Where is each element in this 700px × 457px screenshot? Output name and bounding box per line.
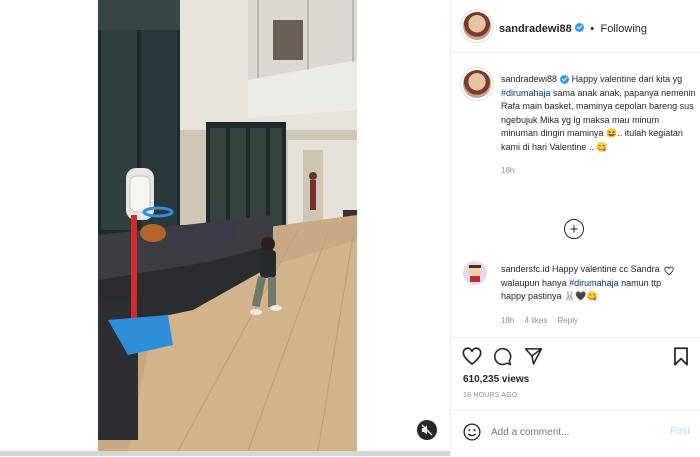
video-frame — [98, 0, 357, 451]
caption-username[interactable]: sandradewi88 — [501, 74, 557, 84]
comment-input[interactable] — [491, 424, 651, 440]
comment-reply-button[interactable]: Reply — [558, 316, 578, 325]
heart-icon[interactable] — [462, 347, 482, 365]
commenter-username[interactable]: sandersfc.id — [501, 264, 550, 274]
emoji: 😋 — [596, 141, 608, 152]
add-comment-bar: Post — [451, 410, 700, 457]
comment-time: 18h — [501, 315, 515, 325]
author-username[interactable]: sandradewi88 — [499, 23, 572, 35]
comment-likes[interactable]: 4 likes — [525, 316, 548, 325]
post-sidebar: sandradewi88 • Following sandradewi88 Ha… — [450, 0, 700, 456]
mute-button[interactable] — [417, 420, 437, 440]
verified-badge-icon — [574, 23, 584, 33]
plus-circle-icon[interactable]: + — [564, 219, 584, 239]
views-count[interactable]: 610,235 views — [463, 374, 529, 385]
emoji: 🐰🖤😋 — [564, 291, 598, 301]
header-line: sandradewi88 • Following — [499, 19, 647, 37]
heart-icon[interactable] — [664, 266, 674, 276]
post-video[interactable] — [98, 0, 357, 451]
post-header: sandradewi88 • Following — [451, 0, 700, 53]
separator-dot: • — [590, 23, 595, 35]
caption-text-part: Happy valentine dari kita yg — [571, 74, 683, 84]
post-comment-button[interactable]: Post — [670, 426, 690, 437]
hashtag-link[interactable]: #dirumahaja — [501, 88, 551, 98]
caption-text: sandradewi88 Happy valentine dari kita y… — [501, 73, 696, 178]
comment-text: sandersfc.id Happy valentine cc Sandra w… — [501, 263, 671, 327]
follow-status-button[interactable]: Following — [601, 23, 647, 35]
post-timestamp[interactable]: 18 HOURS AGO — [463, 392, 518, 399]
emoji: 😆 — [606, 128, 618, 138]
caption-avatar[interactable] — [463, 70, 491, 98]
commenter-avatar[interactable] — [463, 261, 487, 285]
load-more-label: + — [569, 220, 579, 238]
smiley-icon[interactable] — [463, 423, 481, 441]
speaker-muted-icon — [421, 424, 433, 436]
author-avatar[interactable] — [463, 12, 491, 40]
verified-badge-icon — [560, 75, 570, 85]
caption-time: 18h — [501, 166, 515, 175]
paper-plane-icon[interactable] — [524, 347, 543, 365]
comment-icon[interactable] — [493, 347, 512, 366]
character-avatar-image — [469, 265, 481, 282]
comment-meta: 18h 4 likes Reply — [501, 314, 671, 328]
media-pane — [0, 0, 450, 456]
bookmark-icon[interactable] — [673, 347, 689, 366]
hashtag-link[interactable]: #dirumahaja — [569, 278, 619, 288]
